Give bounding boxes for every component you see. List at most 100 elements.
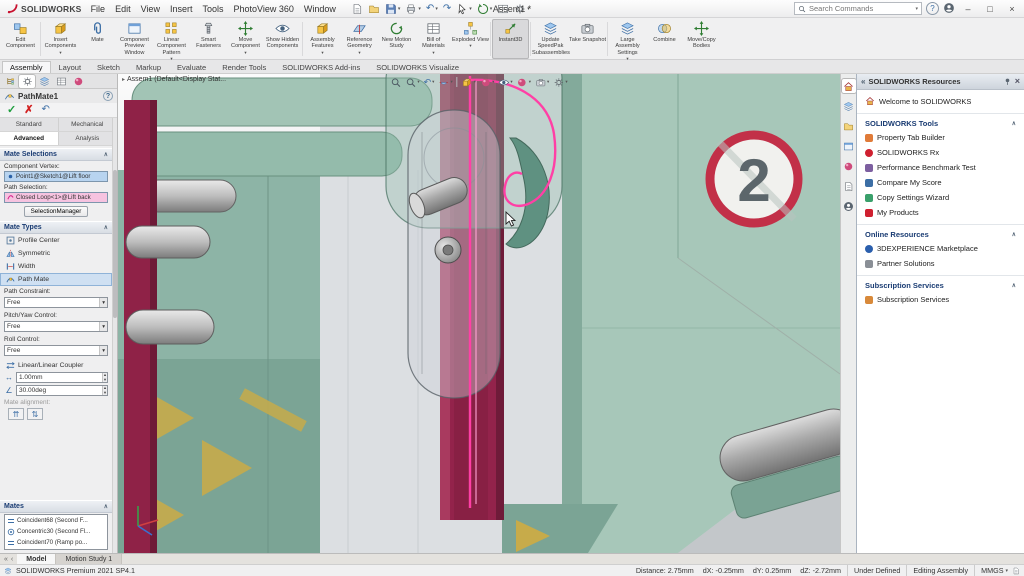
tab-layout[interactable]: Layout — [51, 61, 90, 73]
taskpane-tab-view-palette[interactable] — [842, 139, 856, 153]
solidworks-rx-link[interactable]: SOLIDWORKS Rx — [857, 145, 1024, 160]
profile-center-mate-button[interactable]: Profile Center — [0, 234, 112, 247]
dropdown-caret[interactable]: ▾ — [432, 79, 434, 85]
tab-solidworks-visualize[interactable]: SOLIDWORKS Visualize — [368, 61, 467, 73]
move-copy-bodies-button[interactable]: Move/Copy Bodies — [683, 19, 720, 59]
angle-input[interactable]: 30.00deg ▴▾ — [16, 385, 108, 396]
model-tab[interactable]: Model — [17, 554, 56, 564]
collapse-pane-icon[interactable]: « — [861, 77, 865, 86]
cancel-button[interactable]: ✗ — [24, 105, 33, 116]
undo-button[interactable]: ↶▾ — [424, 1, 440, 16]
motion-study-tab[interactable]: Motion Study 1 — [56, 554, 122, 564]
insert-components-button[interactable]: Insert Components▾ — [42, 19, 79, 59]
menu-tools[interactable]: Tools — [197, 0, 228, 17]
configurationmanager-tab[interactable] — [36, 75, 52, 88]
close-pane-icon[interactable]: × — [1015, 77, 1020, 86]
new-motion-study-button[interactable]: New Motion Study — [378, 19, 415, 59]
featuremanager-tab[interactable] — [2, 75, 18, 88]
viewport-3d-model[interactable]: 2 — [118, 74, 840, 553]
tab-render-tools[interactable]: Render Tools — [214, 61, 274, 73]
symmetric-mate-button[interactable]: Symmetric — [0, 247, 112, 260]
mate-types-header[interactable]: Mate Types ∧ — [0, 221, 112, 234]
section-view-button[interactable]: ▾ — [436, 75, 454, 89]
mates-list[interactable]: Coincident68 (Second F... Concentric30 (… — [4, 514, 108, 550]
aligned-button[interactable]: ⇈ — [8, 408, 24, 420]
maximize-button[interactable]: □ — [981, 2, 999, 16]
mate-button[interactable]: Mate — [79, 19, 116, 59]
spin-down-icon[interactable]: ▾ — [103, 391, 107, 396]
pitch-yaw-dropdown[interactable]: Free ▾ — [4, 321, 108, 332]
mate-list-item[interactable]: Concentric30 (Second Fl... — [5, 526, 107, 537]
tab-assembly[interactable]: Assembly — [2, 61, 51, 73]
linear-component-pattern-button[interactable]: Linear Component Pattern▾ — [153, 19, 190, 59]
edit-appearance-button[interactable]: ▾ — [515, 75, 533, 89]
dropdown-caret[interactable]: ▾ — [529, 79, 531, 85]
zoom-to-area-button[interactable]: ▾ — [403, 75, 421, 89]
previous-view-button[interactable]: ↶▾ — [422, 75, 437, 89]
menu-photoview[interactable]: PhotoView 360 — [228, 0, 298, 17]
tab-sketch[interactable]: Sketch — [89, 61, 128, 73]
redo-button[interactable]: ↷ — [441, 1, 453, 16]
path-selection-box[interactable]: Closed Loop<1>@Lift back — [4, 192, 108, 203]
zoom-to-fit-button[interactable] — [388, 75, 403, 89]
new-document-button[interactable] — [349, 1, 365, 16]
large-assembly-settings-button[interactable]: Large Assembly Settings▾ — [609, 19, 646, 59]
dropdown-caret[interactable]: ▾ — [321, 51, 323, 56]
property-panel-scrollbar[interactable] — [112, 118, 117, 553]
selection-manager-button[interactable]: SelectionManager — [24, 206, 89, 217]
standard-mates-tab[interactable]: Standard — [0, 118, 59, 131]
ok-button[interactable]: ✓ — [7, 105, 16, 116]
search-dropdown-caret[interactable]: ▾ — [915, 6, 918, 12]
move-component-button[interactable]: Move Component▾ — [227, 19, 264, 59]
mates-header[interactable]: Mates ∧ — [0, 500, 112, 513]
dropdown-caret[interactable]: ▾ — [469, 44, 471, 49]
scrollbar-thumb[interactable] — [113, 170, 117, 318]
component-vertex-selection-box[interactable]: Point1@Sketch1@Lift floor — [4, 171, 108, 182]
analysis-tab[interactable]: Analysis — [59, 132, 118, 145]
assembly-features-button[interactable]: Assembly Features▾ — [304, 19, 341, 59]
dropdown-caret[interactable]: ▾ — [474, 79, 476, 85]
print-button[interactable]: ▾ — [403, 1, 423, 16]
3dexperience-marketplace-link[interactable]: 3DEXPERIENCE Marketplace — [857, 241, 1024, 256]
spin-down-icon[interactable]: ▾ — [103, 378, 107, 383]
combine-button[interactable]: Combine — [646, 19, 683, 59]
view-orientation-button[interactable]: ▾ — [460, 75, 478, 89]
compare-my-score-link[interactable]: Compare My Score — [857, 175, 1024, 190]
help-icon[interactable]: ? — [103, 91, 113, 101]
units-selector[interactable]: MMGS▾ — [974, 565, 1008, 576]
linear-coupler-row[interactable]: Linear/Linear Coupler — [0, 358, 112, 371]
displaymanager-tab[interactable] — [70, 75, 86, 88]
component-preview-window-button[interactable]: Component Preview Window — [116, 19, 153, 59]
instant3d-button[interactable]: Instant3D — [492, 19, 529, 59]
status-tag-icon[interactable] — [1012, 567, 1020, 575]
undo-button[interactable]: ↶ — [41, 105, 49, 115]
taskpane-tab-custom-properties[interactable] — [842, 179, 856, 193]
show-hidden-components-button[interactable]: Show Hidden Components — [264, 19, 301, 59]
tab-scroll-controls[interactable]: « ‹ — [0, 554, 17, 564]
distance-input[interactable]: 1.00mm ▴▾ — [16, 372, 108, 383]
online-resources-section-header[interactable]: Online Resources ∧ — [857, 224, 1024, 241]
taskpane-tab-forum[interactable] — [842, 199, 856, 213]
exploded-view-button[interactable]: Exploded View▾ — [452, 19, 489, 59]
width-mate-button[interactable]: Width — [0, 260, 112, 273]
anti-aligned-button[interactable]: ⇅ — [27, 408, 43, 420]
tab-markup[interactable]: Markup — [128, 61, 169, 73]
take-snapshot-button[interactable]: Take Snapshot — [569, 19, 606, 59]
menu-insert[interactable]: Insert — [165, 0, 198, 17]
propertymanager-tab[interactable] — [19, 75, 35, 88]
pin-icon[interactable] — [1003, 77, 1012, 86]
apply-scene-button[interactable]: ▾ — [533, 75, 551, 89]
tab-solidworks-addins[interactable]: SOLIDWORKS Add-ins — [274, 61, 368, 73]
search-input[interactable] — [809, 4, 912, 13]
select-button[interactable]: ▾ — [454, 1, 474, 16]
rebuild-button[interactable]: ▾ — [475, 1, 495, 16]
login-button[interactable] — [943, 2, 955, 16]
display-style-button[interactable]: ▾ — [478, 75, 496, 89]
mechanical-mates-tab[interactable]: Mechanical — [59, 118, 118, 131]
dropdown-caret[interactable]: ▾ — [358, 51, 360, 56]
open-button[interactable] — [366, 1, 382, 16]
mate-list-item[interactable]: Coincident70 (Ramp po... — [5, 537, 107, 548]
hide-show-items-button[interactable]: ▾ — [496, 75, 514, 89]
flyout-feature-tree[interactable]: ▸ Assem1 (Default<Display Stat... — [122, 76, 226, 83]
performance-benchmark-link[interactable]: Performance Benchmark Test — [857, 160, 1024, 175]
